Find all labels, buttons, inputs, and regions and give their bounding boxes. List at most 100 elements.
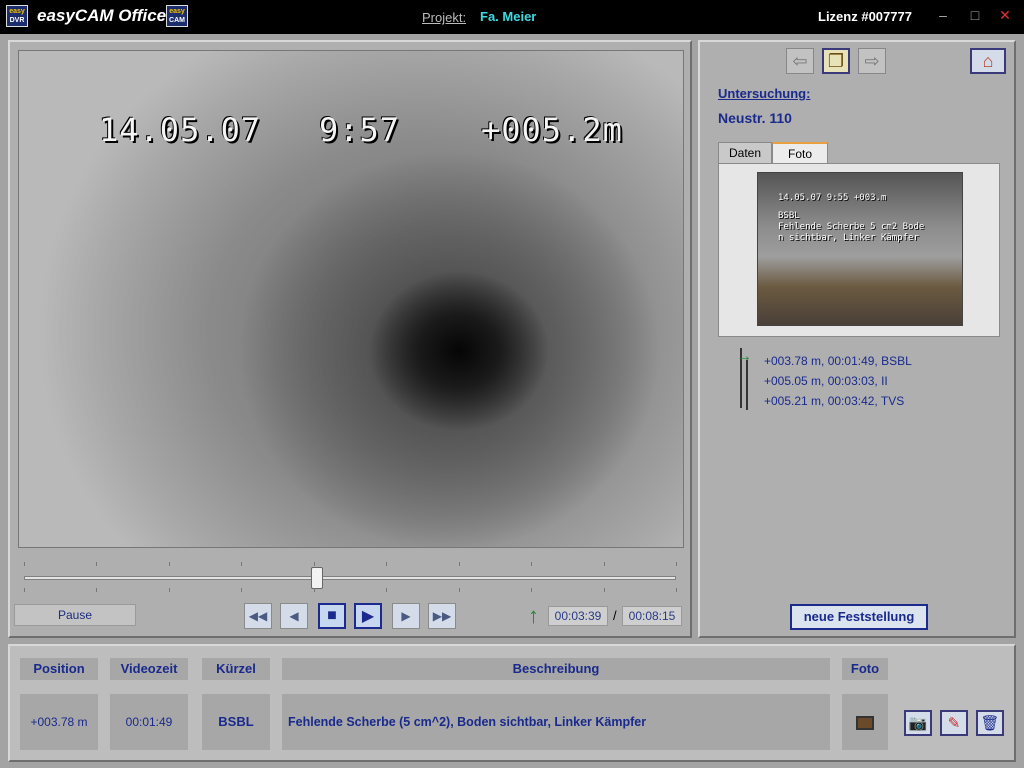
slider-tick: [314, 562, 315, 566]
slider-tick: [459, 588, 460, 592]
slider-tick: [459, 562, 460, 566]
up-arrow-icon: ↑: [528, 603, 539, 628]
slider-tick: [96, 562, 97, 566]
copy-button[interactable]: ❐: [822, 48, 850, 74]
home-button[interactable]: ⌂: [970, 48, 1006, 74]
title-bar: easy DVR easyCAM Office easy CAM Projekt…: [0, 0, 1024, 34]
tab-daten[interactable]: Daten: [718, 142, 772, 164]
project-label[interactable]: Projekt:: [422, 10, 466, 25]
info-panel: ⇦ ❐ ⇨ ⌂ Untersuchung: Neustr. 110 Daten …: [698, 40, 1016, 638]
slider-tick: [386, 588, 387, 592]
header-position: Position: [20, 658, 98, 680]
maximize-button[interactable]: □: [967, 8, 983, 24]
timeline-slider-track[interactable]: [24, 576, 676, 580]
project-value: Fa. Meier: [480, 9, 537, 24]
photo-osd-line: 14.05.07 9:55 +003.m: [778, 193, 887, 203]
slider-tick: [169, 588, 170, 592]
slider-tick: [241, 588, 242, 592]
timeline-slider-thumb[interactable]: [311, 567, 323, 589]
step-forward-icon: ▶: [401, 609, 411, 623]
finding-item[interactable]: +005.21 m, 00:03:42, TVS: [764, 394, 904, 408]
slider-tick: [386, 562, 387, 566]
slider-tick: [24, 588, 25, 592]
slider-tick: [169, 562, 170, 566]
slider-tick: [96, 588, 97, 592]
copy-documents-icon: ❐: [827, 50, 845, 71]
finding-table: Position Videozeit Kürzel Beschreibung F…: [8, 644, 1016, 762]
play-button[interactable]: ▶: [354, 603, 382, 629]
osd-time: 9:57: [319, 111, 401, 149]
cell-videotime[interactable]: 00:01:49: [110, 694, 188, 750]
arrow-left-icon: ⇦: [792, 50, 808, 71]
app-title: easyCAM Office: [37, 6, 167, 25]
slider-tick: [531, 588, 532, 592]
header-photo: Foto: [842, 658, 888, 680]
stop-icon: ■: [327, 607, 337, 624]
dvr-logo-bottom: DVR: [9, 17, 25, 24]
slider-tick: [531, 562, 532, 566]
camera-button[interactable]: 📷: [904, 710, 932, 736]
photo-thumbnail-icon: [856, 715, 874, 730]
close-button[interactable]: ✕: [997, 8, 1013, 24]
examination-value: Neustr. 110: [718, 110, 792, 126]
previous-button[interactable]: ⇦: [786, 48, 814, 74]
examination-label[interactable]: Untersuchung:: [718, 86, 810, 101]
cell-description[interactable]: Fehlende Scherbe (5 cm^2), Boden sichtba…: [282, 694, 830, 750]
step-back-icon: ◀: [289, 609, 299, 623]
slider-tick: [604, 588, 605, 592]
finding-item[interactable]: +003.78 m, 00:01:49, BSBL: [764, 354, 912, 368]
playback-status: Pause: [14, 604, 136, 626]
photo-osd-line: BSBL: [778, 211, 800, 221]
total-time: 00:08:15: [622, 606, 682, 626]
tree-line: [746, 360, 748, 410]
cell-code[interactable]: BSBL: [202, 694, 270, 750]
header-code: Kürzel: [202, 658, 270, 680]
video-frame: 14.05.07 9:57 +005.2m: [18, 50, 684, 548]
step-back-button[interactable]: ◀: [280, 603, 308, 629]
slider-tick: [604, 562, 605, 566]
time-separator: /: [613, 608, 617, 623]
new-finding-button[interactable]: neue Feststellung: [790, 604, 928, 630]
current-time: 00:03:39: [548, 606, 608, 626]
finding-photo[interactable]: 14.05.07 9:55 +003.m BSBL Fehlende Scher…: [757, 172, 963, 326]
fast-forward-button[interactable]: ▶▶: [428, 603, 456, 629]
osd-date: 14.05.07: [99, 111, 262, 149]
pen-icon: ✎: [947, 715, 961, 732]
slider-tick: [676, 562, 677, 566]
dvr-logo-icon: easy DVR: [6, 5, 28, 27]
slider-tick: [314, 588, 315, 592]
arrow-right-icon: ⇨: [864, 50, 880, 71]
arrow-right-icon: →: [736, 348, 752, 365]
trash-icon: 🗑: [980, 715, 1000, 732]
dvr-logo-top: easy: [9, 8, 25, 15]
edit-button[interactable]: ✎: [940, 710, 968, 736]
slider-tick: [676, 588, 677, 592]
tab-foto[interactable]: Foto: [772, 142, 828, 165]
license-text: Lizenz #007777: [818, 9, 912, 24]
stop-button[interactable]: ■: [318, 603, 346, 629]
photo-osd-line: Fehlende Scherbe 5 cm2 Bode: [778, 222, 925, 232]
app-window: easy DVR easyCAM Office easy CAM Projekt…: [0, 0, 1024, 768]
play-icon: ▶: [361, 608, 375, 625]
osd-distance: +005.2m: [481, 111, 623, 149]
rewind-icon: ◀◀: [248, 609, 268, 623]
cam-logo-icon: easy CAM: [166, 5, 188, 27]
step-forward-button[interactable]: ▶: [392, 603, 420, 629]
slider-tick: [241, 562, 242, 566]
minimize-button[interactable]: –: [935, 8, 951, 24]
photo-frame: 14.05.07 9:55 +003.m BSBL Fehlende Scher…: [718, 163, 1000, 337]
delete-button[interactable]: 🗑: [976, 710, 1004, 736]
photo-osd-line: n sichtbar, Linker Kämpfer: [778, 233, 919, 243]
finding-item[interactable]: +005.05 m, 00:03:03, II: [764, 374, 888, 388]
header-videotime: Videozeit: [110, 658, 188, 680]
video-panel: 14.05.07 9:57 +005.2m Pause ◀◀ ◀ ■ ▶ ▶ ▶…: [8, 40, 692, 638]
cam-logo-top: easy: [169, 8, 185, 15]
cam-logo-bottom: CAM: [169, 17, 185, 24]
cell-position[interactable]: +003.78 m: [20, 694, 98, 750]
home-icon: ⌂: [982, 50, 994, 71]
next-button[interactable]: ⇨: [858, 48, 886, 74]
fast-forward-icon: ▶▶: [432, 609, 452, 623]
rewind-button[interactable]: ◀◀: [244, 603, 272, 629]
slider-tick: [24, 562, 25, 566]
cell-photo[interactable]: [842, 694, 888, 750]
